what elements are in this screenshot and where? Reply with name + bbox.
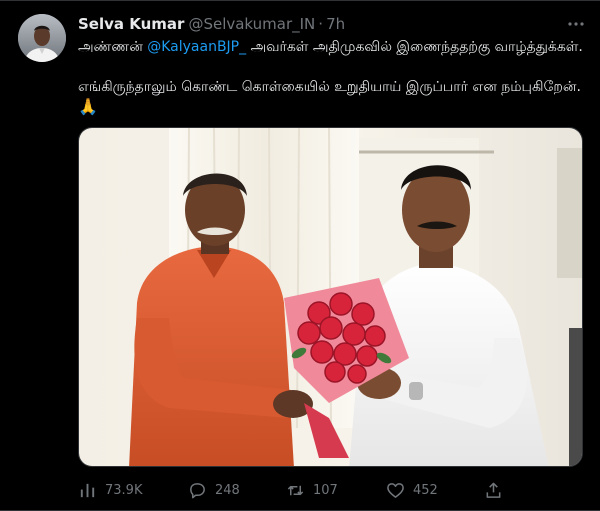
retweet-button[interactable]: 107 xyxy=(286,476,338,504)
tweet-actions: 73.9K 248 107 452 xyxy=(78,476,586,504)
tweet-header: Selva Kumar @Selvakumar_IN · 7h xyxy=(78,14,586,34)
tweet-card: Selva Kumar @Selvakumar_IN · 7h அண்ணன் @Kal… xyxy=(0,0,600,511)
heart-icon xyxy=(387,482,404,498)
author-handle[interactable]: @Selvakumar_IN xyxy=(188,15,315,33)
analytics-icon xyxy=(80,483,95,497)
separator-dot: · xyxy=(318,15,324,33)
text-suffix: அவர்கள் அதிமுகவில் இணைந்ததற்கு வாழ்த்துக… xyxy=(246,39,583,55)
text-prefix: அண்ணன் xyxy=(78,39,148,55)
mention-link[interactable]: @KalyaanBJP_ xyxy=(147,39,246,55)
more-horizontal-icon[interactable] xyxy=(566,14,586,34)
tweet-media-photo[interactable] xyxy=(78,127,583,467)
replies-count: 248 xyxy=(215,482,240,498)
tweet-line-1: அண்ணன் @KalyaanBJP_ அவர்கள் அதிமுகவில் இ… xyxy=(78,37,586,57)
folded-hands-emoji: 🙏 xyxy=(78,97,98,116)
tweet-timestamp[interactable]: 7h xyxy=(326,15,345,33)
views-button[interactable]: 73.9K xyxy=(78,476,142,504)
reply-icon xyxy=(190,482,205,498)
author-name[interactable]: Selva Kumar xyxy=(78,15,184,33)
avatar[interactable] xyxy=(18,14,66,62)
retweets-count: 107 xyxy=(313,482,338,498)
reply-button[interactable]: 248 xyxy=(188,476,240,504)
photo-illustration xyxy=(79,128,582,466)
like-button[interactable]: 452 xyxy=(386,476,438,504)
tweet-line-2: எங்கிருந்தாலும் கொண்ட கொள்கையில் உறுதியா… xyxy=(78,79,581,95)
avatar-photo xyxy=(18,14,66,62)
views-count: 73.9K xyxy=(105,482,143,498)
tweet-text: அண்ணன் @KalyaanBJP_ அவர்கள் அதிமுகவில் இ… xyxy=(78,37,586,117)
retweet-icon xyxy=(287,485,304,495)
share-icon xyxy=(486,482,501,498)
share-button[interactable] xyxy=(484,476,511,504)
likes-count: 452 xyxy=(413,482,438,498)
